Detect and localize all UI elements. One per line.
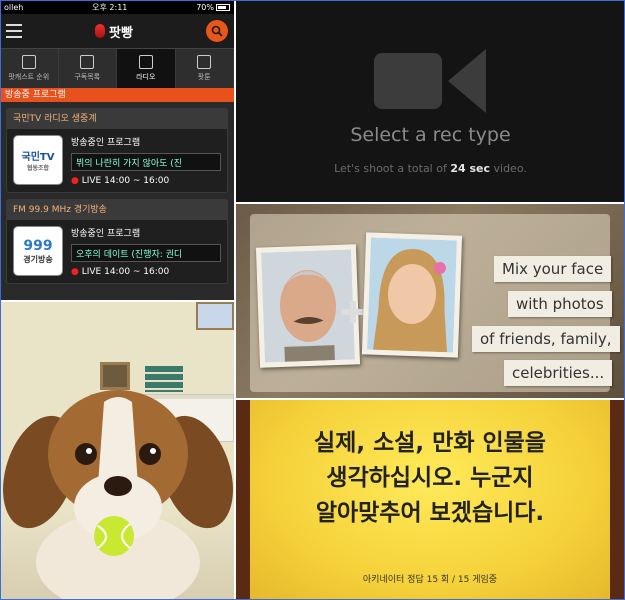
station-logo: 999 경기방송 <box>13 226 63 276</box>
station-name: 국민TV 라디오 생중계 <box>7 109 227 129</box>
program-title: 오후의 데이트 (진행자: 권디 <box>71 244 221 262</box>
tagline-line: celebrities... <box>504 360 613 386</box>
mix-face-screen: Mix your face with photos of friends, fa… <box>236 204 625 398</box>
station-logo-sub: 경기방송 <box>23 254 53 264</box>
battery-label: 70% <box>196 2 214 12</box>
rec-title: Select a rec type <box>350 124 511 146</box>
tab-label: 팟캐스트 순위 <box>8 73 50 81</box>
girl-photo <box>361 232 463 358</box>
app-logo: 팟빵 <box>95 22 133 41</box>
station-logo-text: 999 <box>23 237 53 254</box>
tab-subscriptions[interactable]: 구독목록 <box>59 49 117 88</box>
search-icon <box>211 25 223 37</box>
tab-podcast-rank[interactable]: 팟캐스트 순위 <box>0 49 59 88</box>
battery-icon <box>215 3 230 11</box>
rec-subtitle: Let's shoot a total of 24 sec video. <box>334 162 527 175</box>
tagline-line: with photos <box>508 291 612 317</box>
search-button[interactable] <box>205 20 228 42</box>
radio-app-screen: olleh 오후 2:11 70% 팟빵 팟캐스트 순위 구독목록 라디오 팟툰… <box>0 0 234 300</box>
tab-label: 팟툰 <box>197 73 211 81</box>
rec-duration: 24 sec <box>450 162 491 175</box>
station-card[interactable]: 국민TV 라디오 생중계 국민TV 협동조합 방송중인 프로그램 뷔의 나란히 … <box>6 108 228 193</box>
video-camera-icon[interactable] <box>374 45 486 117</box>
tab-podtoon[interactable]: 팟툰 <box>176 49 234 88</box>
tab-bar: 팟캐스트 순위 구독목록 라디오 팟툰 <box>0 48 234 88</box>
puppy-game-screen <box>0 302 234 600</box>
puppy-character[interactable] <box>0 362 234 600</box>
program-title: 뷔의 나란히 가지 않아도 (진 <box>71 153 221 171</box>
live-dot-icon: ● <box>71 176 79 186</box>
prompt-line: 실제, 소설, 만화 인물을 <box>314 430 546 456</box>
tab-label: 라디오 <box>136 73 156 81</box>
akinator-screen: 실제, 소설, 만화 인물을 생각하십시오. 누군지 알아맞추어 보겠습니다. … <box>236 400 625 600</box>
live-time: LIVE 14:00 ~ 16:00 <box>81 176 170 186</box>
status-bar: olleh 오후 2:11 70% <box>0 0 234 14</box>
tagline-line: of friends, family, <box>472 326 620 352</box>
prompt-line: 알아맞추어 보겠습니다. <box>315 500 545 526</box>
carrier-label: olleh <box>4 2 24 12</box>
tab-label: 구독목록 <box>74 73 101 81</box>
tennis-ball-icon[interactable] <box>92 514 136 558</box>
wall-picture <box>196 302 234 330</box>
akinator-counter: 아키네이터 정답 15 회 / 15 게임중 <box>362 575 498 585</box>
akinator-scroll: 실제, 소설, 만화 인물을 생각하십시오. 누군지 알아맞추어 보겠습니다. … <box>250 400 610 600</box>
station-logo-sub: 협동조합 <box>26 165 50 172</box>
prompt-line: 생각하십시오. 누군지 <box>326 465 534 491</box>
station-name: FM 99.9 MHz 경기방송 <box>7 200 227 220</box>
radio-icon <box>138 55 153 69</box>
section-title: 방송중 프로그램 <box>0 88 234 102</box>
menu-icon[interactable] <box>6 24 22 38</box>
program-heading: 방송중인 프로그램 <box>71 138 141 148</box>
rank-icon <box>21 55 36 69</box>
akinator-prompt: 실제, 소설, 만화 인물을 생각하십시오. 누군지 알아맞추어 보겠습니다. <box>250 426 610 531</box>
app-title: 팟빵 <box>109 25 133 41</box>
live-dot-icon: ● <box>71 267 79 277</box>
station-logo-text: 국민TV <box>21 152 55 163</box>
app-header: 팟빵 <box>0 14 234 48</box>
podbbang-logo-icon <box>95 24 106 38</box>
plus-icon <box>342 301 364 323</box>
live-time: LIVE 14:00 ~ 16:00 <box>81 267 170 277</box>
clock-label: 오후 2:11 <box>92 2 128 12</box>
rec-type-screen: Select a rec type Let's shoot a total of… <box>236 0 625 202</box>
tab-radio[interactable]: 라디오 <box>117 49 176 88</box>
subscribe-icon <box>80 55 95 69</box>
tagline-line: Mix your face <box>494 256 612 282</box>
station-card[interactable]: FM 99.9 MHz 경기방송 999 경기방송 방송중인 프로그램 오후의 … <box>6 199 228 284</box>
station-logo: 국민TV 협동조합 <box>13 135 63 185</box>
program-heading: 방송중인 프로그램 <box>71 229 141 239</box>
podtoon-icon <box>197 55 212 69</box>
